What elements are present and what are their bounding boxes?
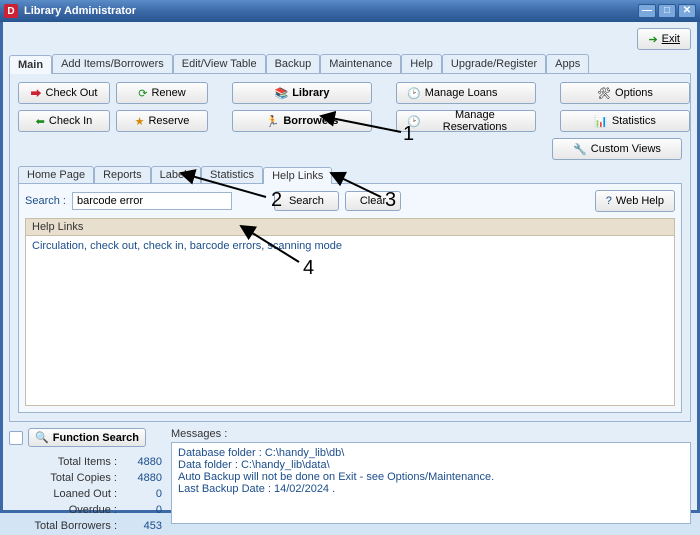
messages-box[interactable]: Database folder : C:\handy_lib\db\ Data … [171,442,691,524]
maximize-button[interactable]: □ [658,4,676,18]
reserve-icon: ★ [135,115,145,128]
renew-icon: ⟳ [138,87,147,100]
message-line: Last Backup Date : 14/02/2024 . [178,483,684,495]
search-label: Search : [25,195,66,207]
window-title: Library Administrator [24,5,136,17]
check-in-icon: ⬅ [36,115,45,128]
minimize-button[interactable]: — [638,4,656,18]
help-icon: ? [606,195,612,207]
tab-reports[interactable]: Reports [94,166,151,183]
main-tabs: Main Add Items/Borrowers Edit/View Table… [9,54,691,74]
results-header: Help Links [25,218,675,236]
function-search-button[interactable]: 🔍 Function Search [28,428,146,447]
renew-button[interactable]: ⟳Renew [116,82,208,104]
library-icon: 📚 [275,87,289,100]
check-out-button[interactable]: ⮕Check Out [18,82,110,104]
sub-tabs: Home Page Reports Labels Statistics Help… [18,166,682,184]
tab-add-items-borrowers[interactable]: Add Items/Borrowers [52,54,173,73]
result-row[interactable]: Circulation, check out, check in, barcod… [32,240,668,252]
statistics-button[interactable]: 📊Statistics [560,110,690,132]
tab-upgrade-register[interactable]: Upgrade/Register [442,54,546,73]
clear-button[interactable]: Clear [345,191,401,211]
manage-reservations-button[interactable]: 🕑Manage Reservations [396,110,536,132]
tab-maintenance[interactable]: Maintenance [320,54,401,73]
tab-statistics[interactable]: Statistics [201,166,263,183]
exit-label: Exit [662,33,680,45]
manage-loans-button[interactable]: 🕑Manage Loans [396,82,536,104]
custom-views-button[interactable]: 🔧Custom Views [552,138,682,160]
borrowers-button[interactable]: 🏃Borrowers [232,110,372,132]
views-icon: 🔧 [573,143,587,156]
message-line: Auto Backup will not be done on Exit - s… [178,471,684,483]
footer: 🔍 Function Search Total Items :4880 Tota… [9,428,691,524]
stat-row: Total Borrowers :453 [11,519,163,533]
clock-icon: 🕑 [407,87,421,100]
tab-labels[interactable]: Labels [151,166,201,183]
tab-home-page[interactable]: Home Page [18,166,94,183]
stat-row: Total Copies :4880 [11,471,163,485]
stat-row: Overdue :0 [11,503,163,517]
mini-icon [9,431,23,445]
search-button[interactable]: Search [274,191,339,211]
search-input[interactable] [72,192,232,210]
stat-row: Loaned Out :0 [11,487,163,501]
exit-icon: ➔ [648,33,657,46]
messages-label: Messages : [171,428,691,440]
options-button[interactable]: 🛠Options [560,82,690,104]
message-line: Database folder : C:\handy_lib\db\ [178,447,684,459]
tab-help-links[interactable]: Help Links [263,167,332,184]
help-links-panel: Search : Search Clear ?Web Help Help Lin… [18,184,682,413]
main-panel: ⮕Check Out ⟳Renew 📚Library 🕑Manage Loans… [9,74,691,422]
tab-main[interactable]: Main [9,55,52,74]
results-list[interactable]: Circulation, check out, check in, barcod… [25,236,675,406]
stats-table: Total Items :4880 Total Copies :4880 Loa… [9,453,165,535]
app-icon: D [4,4,18,18]
stats-icon: 📊 [594,115,608,128]
tab-backup[interactable]: Backup [266,54,321,73]
check-in-button[interactable]: ⬅Check In [18,110,110,132]
borrower-icon: 🏃 [266,115,280,128]
web-help-button[interactable]: ?Web Help [595,190,675,212]
clock-icon-2: 🕑 [407,115,421,128]
tab-edit-view-table[interactable]: Edit/View Table [173,54,266,73]
stat-row: Total Items :4880 [11,455,163,469]
exit-button[interactable]: ➔ Exit [637,28,691,50]
wrench-icon: 🛠 [597,87,611,100]
library-button[interactable]: 📚Library [232,82,372,104]
message-line: Data folder : C:\handy_lib\data\ [178,459,684,471]
reserve-button[interactable]: ★Reserve [116,110,208,132]
search-icon: 🔍 [35,431,49,444]
check-out-icon: ⮕ [31,85,42,101]
titlebar: D Library Administrator — □ ✕ [0,0,700,22]
tab-apps[interactable]: Apps [546,54,589,73]
tab-help[interactable]: Help [401,54,442,73]
close-button[interactable]: ✕ [678,4,696,18]
